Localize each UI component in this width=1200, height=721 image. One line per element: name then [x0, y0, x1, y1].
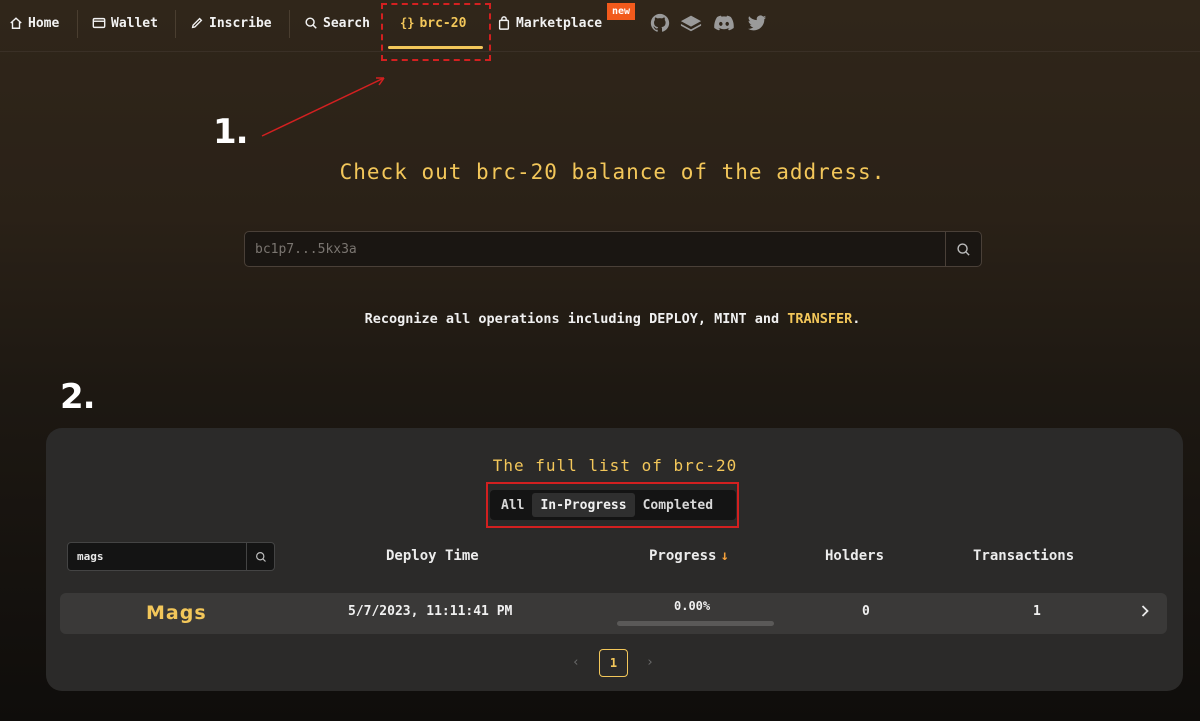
nav-marketplace[interactable]: Marketplace — [497, 10, 602, 36]
nav-divider — [289, 10, 290, 38]
list-title: The full list of brc-20 — [492, 456, 738, 475]
address-search-input[interactable] — [255, 232, 935, 266]
chevron-right-icon[interactable] — [1138, 604, 1152, 618]
hero-subtitle-highlight: TRANSFER — [787, 311, 853, 327]
col-deploy-time: Deploy Time — [386, 548, 479, 564]
github-link[interactable] — [649, 12, 671, 34]
search-icon — [957, 242, 970, 256]
row-progress-bar — [617, 621, 774, 626]
row-deploy-time: 5/7/2023, 11:11:41 PM — [348, 604, 513, 619]
tick-filter-input[interactable] — [77, 543, 242, 570]
annotation-step-2: 2. — [60, 377, 96, 417]
nav-search[interactable]: Search — [304, 10, 370, 36]
nav-home-label: Home — [28, 15, 60, 31]
home-icon — [10, 17, 22, 29]
nav-home[interactable]: Home — [9, 10, 59, 36]
wallet-icon — [92, 17, 106, 29]
nav-divider — [175, 10, 176, 38]
sort-down-icon: ↓ — [720, 548, 729, 564]
discord-icon — [714, 15, 734, 31]
gitbook-link[interactable] — [680, 12, 702, 34]
hero-subtitle-end: . — [852, 311, 861, 327]
twitter-link[interactable] — [746, 12, 768, 34]
bag-icon — [498, 16, 510, 30]
hero-title: Check out brc-20 balance of the address. — [339, 160, 886, 184]
nav-wallet[interactable]: Wallet — [92, 10, 158, 36]
address-search-button[interactable] — [945, 232, 981, 266]
table-row[interactable] — [60, 593, 1167, 634]
row-progress-value: 0.00% — [674, 599, 711, 613]
search-icon — [305, 17, 317, 29]
github-icon — [650, 13, 670, 32]
nav-search-label: Search — [323, 15, 370, 31]
pencil-icon — [191, 17, 203, 29]
nav-marketplace-label: Marketplace — [516, 15, 603, 31]
col-progress-label: Progress — [649, 548, 717, 564]
hero-subtitle-text: Recognize all operations including DEPLO… — [364, 311, 788, 327]
annotation-box-brc20 — [381, 3, 491, 61]
hero-subtitle: Recognize all operations including DEPLO… — [0, 311, 1200, 327]
nav-inscribe[interactable]: Inscribe — [190, 10, 272, 36]
page-next-button[interactable]: › — [646, 655, 654, 670]
annotation-step-1: 1. — [213, 112, 249, 152]
col-transactions: Transactions — [973, 548, 1075, 564]
twitter-icon — [747, 15, 767, 31]
search-icon — [255, 551, 266, 562]
nav-wallet-label: Wallet — [111, 15, 158, 31]
tick-filter — [67, 542, 275, 571]
row-holders: 0 — [862, 604, 870, 619]
annotation-box-tabs — [486, 482, 739, 528]
new-badge: new — [607, 3, 635, 20]
address-search — [244, 231, 982, 267]
tick-filter-button[interactable] — [246, 543, 274, 570]
col-progress[interactable]: Progress ↓ — [649, 548, 729, 564]
nav-divider — [77, 10, 78, 38]
top-nav: Home Wallet Inscribe Search {} brc-20 Ma… — [0, 0, 1200, 52]
page-number-button[interactable]: 1 — [599, 649, 628, 677]
row-transactions: 1 — [1033, 604, 1041, 619]
col-holders: Holders — [825, 548, 885, 564]
nav-inscribe-label: Inscribe — [209, 15, 272, 31]
discord-link[interactable] — [713, 12, 735, 34]
row-tick[interactable]: Mags — [146, 602, 207, 624]
page-prev-button[interactable]: ‹ — [572, 655, 580, 670]
gitbook-icon — [680, 15, 702, 32]
